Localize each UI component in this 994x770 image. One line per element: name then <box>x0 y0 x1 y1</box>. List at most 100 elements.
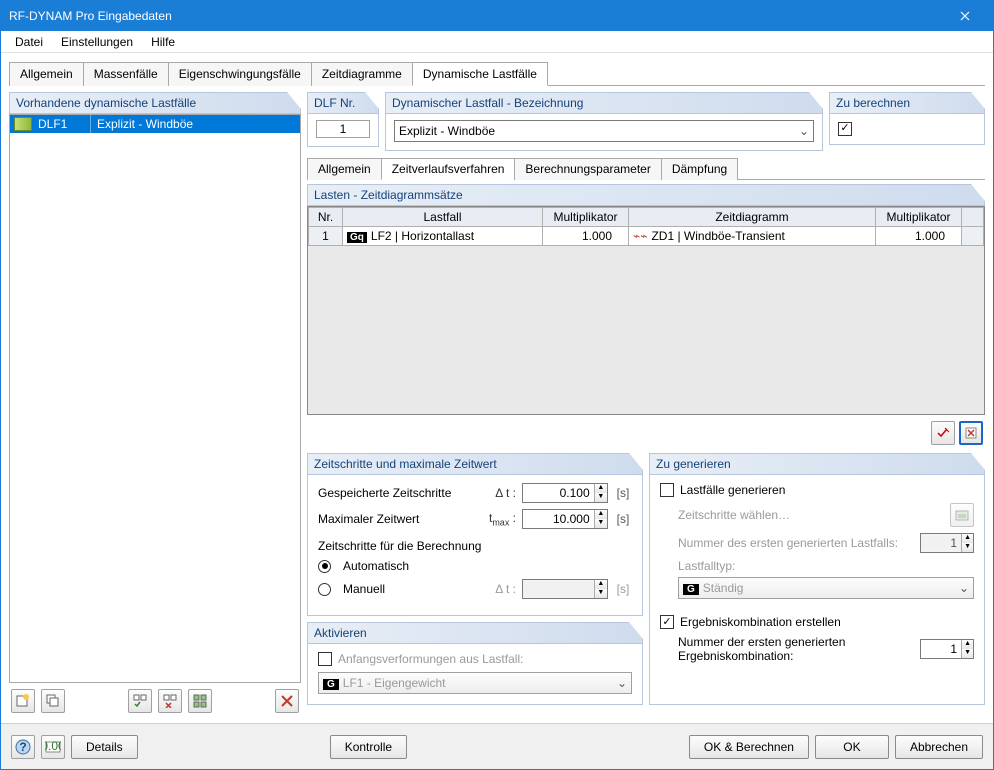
dlf-nr-value: 1 <box>316 120 370 138</box>
units-button[interactable]: 0.00 <box>41 735 65 759</box>
main-tabs: Allgemein Massenfälle Eigenschwingungsfä… <box>9 61 985 86</box>
cancel-button[interactable]: Abbrechen <box>895 735 983 759</box>
dlf-desc-header: Dynamischer Lastfall - Bezeichnung <box>385 92 823 114</box>
close-button[interactable] <box>945 1 985 31</box>
tab-timediag[interactable]: Zeitdiagramme <box>311 62 413 86</box>
delete-dlf-button[interactable] <box>275 689 299 713</box>
check-all-button[interactable] <box>128 689 152 713</box>
delete-row-button[interactable] <box>959 421 983 445</box>
ok-button[interactable]: OK <box>815 735 889 759</box>
generate-header: Zu generieren <box>649 453 985 475</box>
app-window: RF-DYNAM Pro Eingabedaten Datei Einstell… <box>0 0 994 770</box>
tmax-label: Maximaler Zeitwert <box>318 512 476 526</box>
cell-lastfall[interactable]: GqLF2 | Horizontallast <box>343 227 543 246</box>
clear-row-button[interactable] <box>931 421 955 445</box>
calc-checkbox[interactable] <box>838 122 852 136</box>
subtab-damp[interactable]: Dämpfung <box>661 158 738 180</box>
loads-table[interactable]: Nr. Lastfall Multiplikator Zeitdiagramm … <box>308 207 984 246</box>
subtab-bparam[interactable]: Berechnungsparameter <box>514 158 661 180</box>
dlf-desc-combo[interactable]: Explizit - Windböe <box>394 120 814 142</box>
cell-mult1[interactable]: 1.000 <box>543 227 629 246</box>
uncheck-all-button[interactable] <box>158 689 182 713</box>
dlf-desc: Explizit - Windböe <box>91 117 300 131</box>
new-dlf-button[interactable] <box>11 689 35 713</box>
tab-eigen[interactable]: Eigenschwingungsfälle <box>168 62 312 86</box>
left-header: Vorhandene dynamische Lastfälle <box>9 92 301 114</box>
close-icon <box>960 11 970 21</box>
choose-ts-button <box>950 503 974 527</box>
radio-auto[interactable] <box>318 560 331 573</box>
transient-icon: ⌁⌁ <box>633 229 647 243</box>
menu-settings[interactable]: Einstellungen <box>53 33 141 51</box>
th-mult1: Multiplikator <box>543 208 629 227</box>
dlf-list[interactable]: DLF1 Explizit - Windböe <box>9 114 301 683</box>
details-button[interactable]: Details <box>71 735 138 759</box>
chevron-down-icon <box>959 581 969 595</box>
radio-manual[interactable] <box>318 583 331 596</box>
svg-text:0.00: 0.00 <box>45 739 61 753</box>
dlf-code: DLF1 <box>36 117 90 131</box>
tab-dlf[interactable]: Dynamische Lastfälle <box>412 62 548 86</box>
cell-zeitdiagramm[interactable]: ⌁⌁ZD1 | Windböe-Transient <box>629 227 876 246</box>
loads-header: Lasten - Zeitdiagrammsätze <box>307 184 985 206</box>
first-lf-input: ▲▼ <box>920 533 974 553</box>
initial-def-checkbox[interactable] <box>318 652 332 666</box>
first-rc-input[interactable]: ▲▼ <box>920 639 974 659</box>
menu-help[interactable]: Hilfe <box>143 33 183 51</box>
table-row[interactable]: 1 GqLF2 | Horizontallast 1.000 ⌁⌁ZD1 | W… <box>309 227 984 246</box>
table-empty-area <box>308 246 984 414</box>
spin-down-icon: ▼ <box>595 493 607 502</box>
timestep-header: Zeitschritte und maximale Zeitwert <box>307 453 643 475</box>
grid-button[interactable] <box>188 689 212 713</box>
cell-mult2[interactable]: 1.000 <box>876 227 962 246</box>
kontrolle-button[interactable]: Kontrolle <box>330 735 407 759</box>
dlf-nr-header: DLF Nr. <box>307 92 379 114</box>
stored-ts-label: Gespeicherte Zeitschritte <box>318 486 476 500</box>
subtab-zvv[interactable]: Zeitverlaufsverfahren <box>381 158 516 180</box>
copy-dlf-button[interactable] <box>41 689 65 713</box>
dt-input[interactable]: ▲▼ <box>522 483 608 503</box>
first-rc-label: Nummer der ersten generierten Ergebnisko… <box>678 635 914 663</box>
tab-general[interactable]: Allgemein <box>9 62 84 86</box>
dt-symbol: Δ t : <box>482 486 516 500</box>
lf-gen-checkbox[interactable] <box>660 483 674 497</box>
manual-label: Manuell <box>343 582 476 596</box>
dlf-list-row[interactable]: DLF1 Explizit - Windböe <box>10 115 300 133</box>
color-swatch <box>14 117 32 131</box>
dialog-body: Allgemein Massenfälle Eigenschwingungsfä… <box>1 53 993 723</box>
lf-type-label: Lastfalltyp: <box>660 559 974 573</box>
spin-up-icon: ▲ <box>595 484 607 493</box>
activate-header: Aktivieren <box>307 622 643 644</box>
th-mult2: Multiplikator <box>876 208 962 227</box>
menu-file[interactable]: Datei <box>7 33 51 51</box>
ok-calc-button[interactable]: OK & Berechnen <box>689 735 809 759</box>
decimal-icon: 0.00 <box>45 739 61 755</box>
dt-manual-input: ▲▼ <box>522 579 608 599</box>
calc-header: Zu berechnen <box>829 92 985 114</box>
right-pane: DLF Nr. 1 Dynamischer Lastfall - Bezeich… <box>307 92 985 723</box>
loads-table-wrap: Nr. Lastfall Multiplikator Zeitdiagramm … <box>307 206 985 415</box>
cell-nr: 1 <box>309 227 343 246</box>
left-toolbar <box>9 683 301 723</box>
chevron-down-icon <box>617 676 627 690</box>
help-button[interactable]: ? <box>11 735 35 759</box>
auto-label: Automatisch <box>343 559 409 573</box>
first-lf-label: Nummer des ersten generierten Lastfalls: <box>678 536 914 550</box>
window-title: RF-DYNAM Pro Eingabedaten <box>9 9 172 23</box>
th-zeit: Zeitdiagramm <box>629 208 876 227</box>
dlf-desc-value: Explizit - Windböe <box>399 124 495 138</box>
menubar: Datei Einstellungen Hilfe <box>1 31 993 53</box>
tmax-symbol: tmax : <box>482 511 516 527</box>
chevron-down-icon <box>799 124 809 138</box>
left-pane: Vorhandene dynamische Lastfälle DLF1 Exp… <box>9 92 301 723</box>
calc-ts-label: Zeitschritte für die Berechnung <box>318 539 632 553</box>
rc-create-checkbox[interactable] <box>660 615 674 629</box>
lf-type-combo: GStändig <box>678 577 974 599</box>
initial-def-label: Anfangsverformungen aus Lastfall: <box>338 652 523 666</box>
footer: ? 0.00 Details Kontrolle OK & Berechnen … <box>1 723 993 769</box>
tmax-input[interactable]: ▲▼ <box>522 509 608 529</box>
choose-ts-label: Zeitschritte wählen… <box>678 508 944 522</box>
tab-masscases[interactable]: Massenfälle <box>83 62 169 86</box>
sub-tabs: Allgemein Zeitverlaufsverfahren Berechnu… <box>307 157 985 180</box>
subtab-general[interactable]: Allgemein <box>307 158 382 180</box>
